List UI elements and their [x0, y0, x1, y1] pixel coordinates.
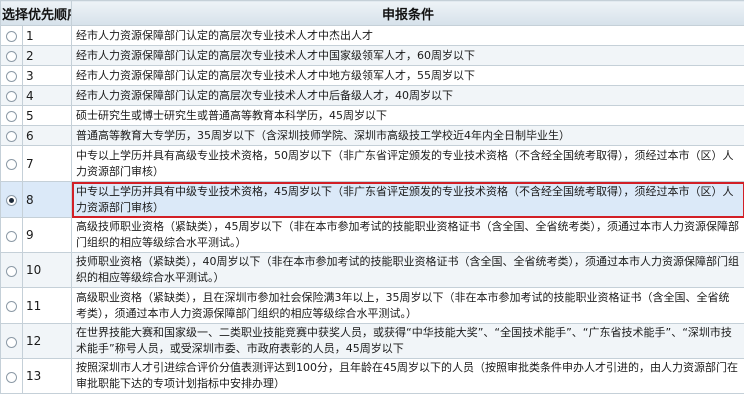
condition-cell: 中专以上学历并具有高级专业技术资格，50周岁以下（非广东省评定颁发的专业技术资格…	[71, 145, 744, 182]
select-cell[interactable]	[0, 85, 23, 106]
table-header-row: 选择优先顺序 申报条件	[0, 0, 744, 26]
table-row[interactable]: 1 经市人力资源保障部门认定的高层次专业技术人才中杰出人才	[0, 25, 744, 46]
select-cell[interactable]	[0, 287, 23, 324]
select-cell[interactable]	[0, 105, 23, 126]
table-row[interactable]: 6 普通高等教育大专学历，35周岁以下（含深圳技师学院、深圳市高级技工学校近4年内…	[0, 125, 744, 146]
table-row[interactable]: 4 经市人力资源保障部门认定的高层次专业技术人才中后备级人才，40周岁以下	[0, 85, 744, 106]
row-radio[interactable]	[6, 31, 17, 42]
table-row[interactable]: 10 技师职业资格（紧缺类），40周岁以下（非在本市参加考试的技能职业资格证书（含…	[0, 252, 744, 288]
table-row[interactable]: 11 高级职业资格（紧缺类），且在深圳市参加社会保险满3年以上，35周岁以下（非在…	[0, 287, 744, 324]
condition-cell: 经市人力资源保障部门认定的高层次专业技术人才中国家级领军人才，60周岁以下	[71, 45, 744, 66]
condition-cell: 技师职业资格（紧缺类），40周岁以下（非在本市参加考试的技能职业资格证书（含全国…	[71, 252, 744, 288]
order-cell: 13	[22, 358, 72, 394]
condition-cell: 经市人力资源保障部门认定的高层次专业技术人才中杰出人才	[71, 25, 744, 46]
header-select-order: 选择优先顺序	[0, 0, 72, 26]
select-cell[interactable]	[0, 358, 23, 394]
select-cell[interactable]	[0, 217, 23, 253]
order-cell: 5	[22, 105, 72, 126]
condition-cell: 硕士研究生或博士研究生或普通高等教育本科学历，45周岁以下	[71, 105, 744, 126]
condition-cell: 中专以上学历并具有中级专业技术资格，45周岁以下（非广东省评定颁发的专业技术资格…	[71, 181, 744, 218]
table-row[interactable]: 5 硕士研究生或博士研究生或普通高等教育本科学历，45周岁以下	[0, 105, 744, 126]
row-radio[interactable]	[6, 131, 17, 142]
order-cell: 7	[22, 145, 72, 182]
table-row[interactable]: 8 中专以上学历并具有中级专业技术资格，45周岁以下（非广东省评定颁发的专业技术资…	[0, 181, 744, 218]
condition-cell: 经市人力资源保障部门认定的高层次专业技术人才中地方级领军人才，55周岁以下	[71, 65, 744, 86]
table-row[interactable]: 9 高级技师职业资格（紧缺类），45周岁以下（非在本市参加考试的技能职业资格证书（…	[0, 217, 744, 253]
select-cell[interactable]	[0, 252, 23, 288]
condition-cell: 高级技师职业资格（紧缺类），45周岁以下（非在本市参加考试的技能职业资格证书（含…	[71, 217, 744, 253]
header-select-label: 选择	[2, 7, 29, 23]
select-cell[interactable]	[0, 25, 23, 46]
order-cell: 10	[22, 252, 72, 288]
order-cell: 4	[22, 85, 72, 106]
row-radio[interactable]	[6, 91, 17, 102]
row-radio[interactable]	[6, 195, 17, 206]
select-cell[interactable]	[0, 45, 23, 66]
order-cell: 2	[22, 45, 72, 66]
order-cell: 9	[22, 217, 72, 253]
row-radio[interactable]	[6, 301, 17, 312]
row-radio[interactable]	[6, 336, 17, 348]
table-row[interactable]: 3 经市人力资源保障部门认定的高层次专业技术人才中地方级领军人才，55周岁以下	[0, 65, 744, 86]
table-row[interactable]: 12 在世界技能大赛和国家级一、二类职业技能竞赛中获奖人员，或获得“中华技能大奖”…	[0, 323, 744, 359]
row-radio[interactable]	[6, 51, 17, 62]
application-conditions-table: 选择优先顺序 申报条件 1经市人力资源保障部门认定的高层次专业技术人才中杰出人才…	[0, 0, 744, 394]
table-row[interactable]: 2 经市人力资源保障部门认定的高层次专业技术人才中国家级领军人才，60周岁以下	[0, 45, 744, 66]
table-row[interactable]: 13 按照深圳市人才引进综合评价分值表测评达到100分，且年龄在45周岁以下的人员…	[0, 358, 744, 394]
header-order-label: 优先顺序	[28, 7, 70, 23]
select-cell[interactable]	[0, 145, 23, 182]
condition-cell: 按照深圳市人才引进综合评价分值表测评达到100分，且年龄在45周岁以下的人员（按…	[71, 358, 744, 394]
condition-cell: 经市人力资源保障部门认定的高层次专业技术人才中后备级人才，40周岁以下	[71, 85, 744, 106]
condition-cell: 在世界技能大赛和国家级一、二类职业技能竞赛中获奖人员，或获得“中华技能大奖”、“…	[71, 323, 744, 359]
order-cell: 6	[22, 125, 72, 146]
row-radio[interactable]	[6, 159, 17, 170]
row-radio[interactable]	[6, 71, 17, 82]
select-cell[interactable]	[0, 181, 23, 218]
order-cell: 1	[22, 25, 72, 46]
select-cell[interactable]	[0, 125, 23, 146]
table-row[interactable]: 7 中专以上学历并具有高级专业技术资格，50周岁以下（非广东省评定颁发的专业技术资…	[0, 145, 744, 182]
order-cell: 11	[22, 287, 72, 324]
order-cell: 3	[22, 65, 72, 86]
row-radio[interactable]	[6, 230, 17, 242]
order-cell: 12	[22, 323, 72, 359]
select-cell[interactable]	[0, 323, 23, 359]
header-condition: 申报条件	[71, 0, 744, 26]
condition-cell: 普通高等教育大专学历，35周岁以下（含深圳技师学院、深圳市高级技工学校近4年内全…	[71, 125, 744, 146]
row-radio[interactable]	[6, 265, 17, 277]
row-radio[interactable]	[6, 111, 17, 122]
row-radio[interactable]	[6, 371, 17, 383]
select-cell[interactable]	[0, 65, 23, 86]
condition-cell: 高级职业资格（紧缺类），且在深圳市参加社会保险满3年以上，35周岁以下（非在本市…	[71, 287, 744, 324]
order-cell: 8	[22, 181, 72, 218]
